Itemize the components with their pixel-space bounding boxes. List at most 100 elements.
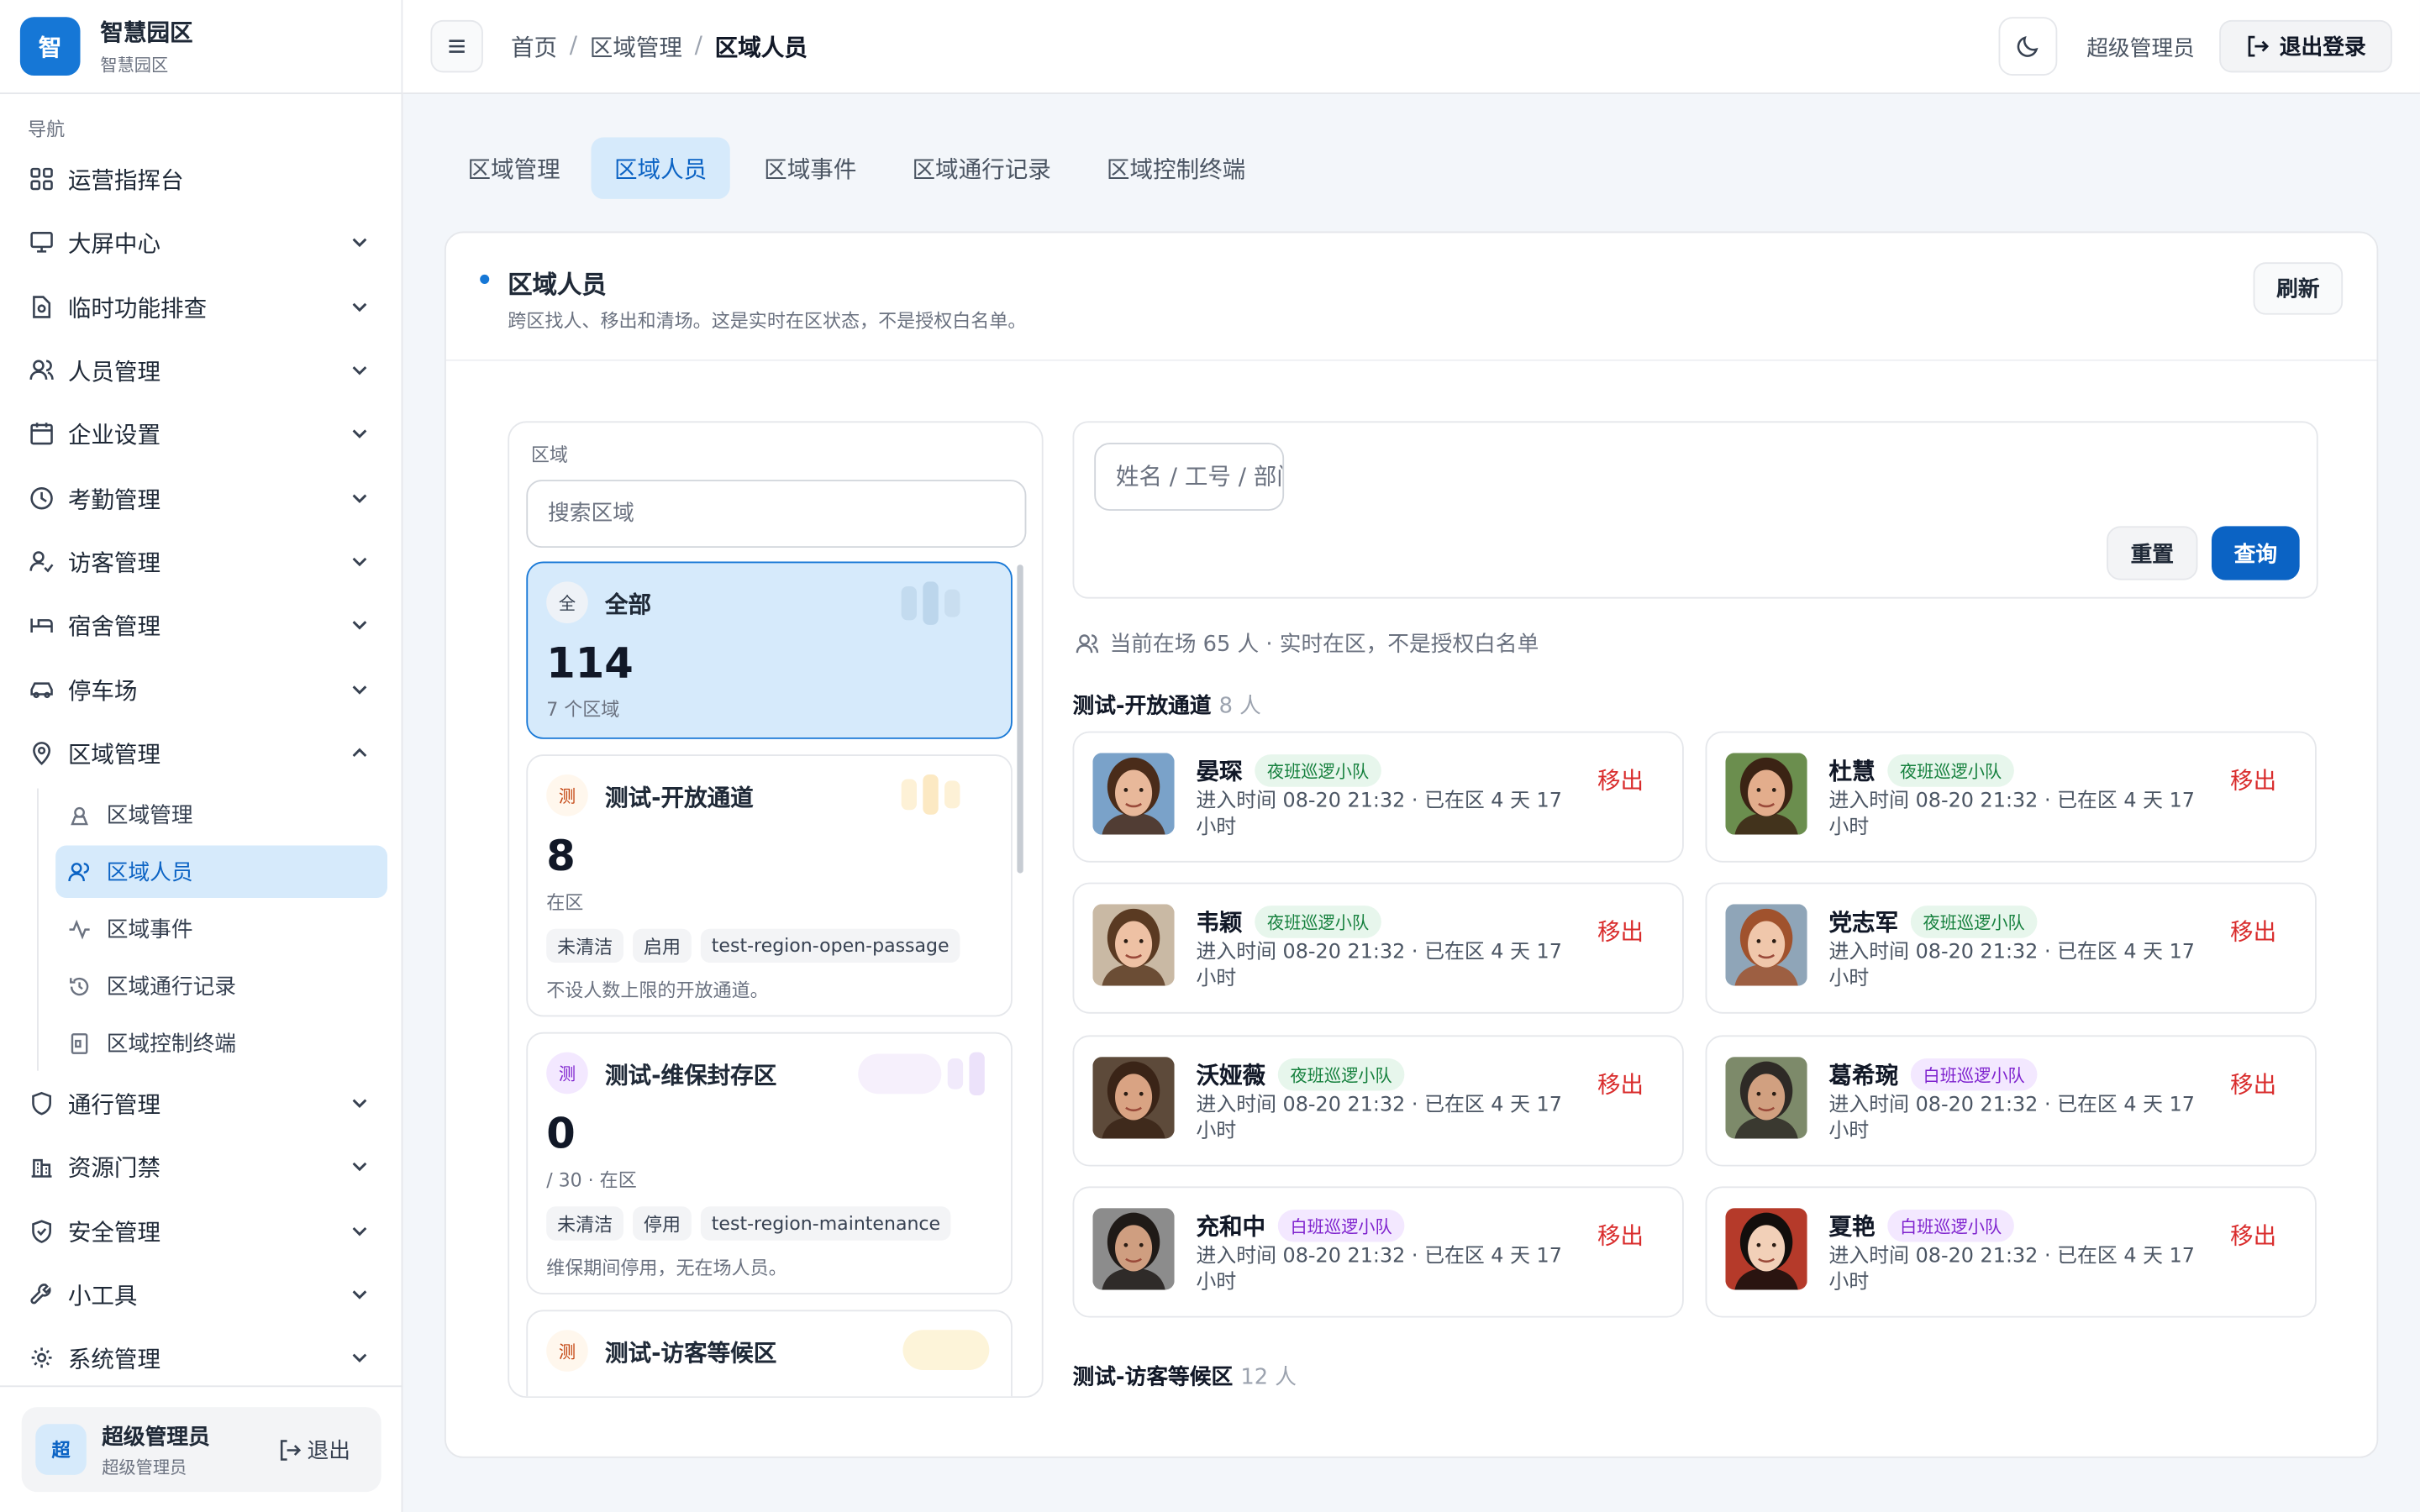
breadcrumb-home[interactable]: 首页 [511, 31, 557, 64]
region-card-all[interactable]: 全 全部 114 7 个区域 [526, 561, 1013, 739]
region-card-visitor-waiting[interactable]: 测 测试-访客等候区 [526, 1310, 1013, 1397]
region-card-maintenance[interactable]: 测 测试-维保封存区 0 / 30 · 在区 未清洁 停用 test-regio… [526, 1032, 1013, 1294]
remove-button[interactable]: 移出 [1597, 915, 1644, 948]
nav-item-tools[interactable]: 小工具 [15, 1267, 388, 1322]
remove-button[interactable]: 移出 [2230, 1219, 2276, 1252]
remove-button[interactable]: 移出 [1597, 1068, 1644, 1100]
present-summary: 当前在场 65 人 · 实时在区，不是授权白名单 [1076, 628, 1539, 659]
remove-button[interactable]: 移出 [2230, 915, 2276, 948]
gear-icon [28, 1345, 54, 1371]
wrench-icon [28, 1281, 54, 1307]
chevron-down-icon [352, 1162, 367, 1172]
nav-item-safety[interactable]: 安全管理 [15, 1204, 388, 1259]
refresh-button[interactable]: 刷新 [2253, 262, 2344, 315]
region-card-open-passage[interactable]: 测 测试-开放通道 8 在区 未清洁 启用 test-region-open-p… [526, 754, 1013, 1017]
chevron-down-icon [352, 621, 367, 630]
sidebar-subitem-region-terminal[interactable]: 区域控制终端 [55, 1016, 387, 1068]
nav-item-temp-check[interactable]: 临时功能排查 [15, 279, 388, 334]
region-scrollbar[interactable] [1017, 564, 1023, 874]
remove-button[interactable]: 移出 [2230, 1068, 2276, 1100]
sidebar-subitem-region-manage[interactable]: 区域管理 [55, 789, 387, 841]
nav-label: 访客管理 [67, 548, 161, 577]
tab-region-terminal[interactable]: 区域控制终端 [1083, 137, 1268, 198]
region-count: 0 [546, 1110, 576, 1159]
nav-item-access[interactable]: 通行管理 [15, 1075, 388, 1131]
deco-bar [947, 1058, 964, 1089]
brand: 智 智慧园区 智慧园区 [0, 0, 402, 95]
entry-time: 进入时间 08-20 21:32 · 已在区 4 天 17 小时 [1196, 1094, 1562, 1143]
breadcrumb-separator: / [694, 30, 702, 59]
nav-item-dashboard[interactable]: 运营指挥台 [15, 151, 388, 207]
sidebar-subitem-region-events[interactable]: 区域事件 [55, 902, 387, 954]
tab-region-people[interactable]: 区域人员 [591, 137, 730, 199]
dashboard-icon [28, 165, 54, 192]
person-name: 夏艳 [1828, 1212, 1876, 1241]
tab-region-events[interactable]: 区域事件 [741, 137, 880, 198]
menu-icon [449, 39, 465, 53]
team-badge: 夜班巡逻小队 [1255, 906, 1381, 938]
remove-button[interactable]: 移出 [1597, 764, 1644, 796]
group-count: 8 人 [1218, 694, 1261, 719]
card-header: 区域人员 跨区找人、移出和清场。这是实时在区状态，不是授权白名单。 刷新 [445, 233, 2377, 361]
chevron-down-icon [352, 302, 367, 312]
shield-icon [28, 1090, 54, 1116]
nav-label: 人员管理 [67, 357, 161, 386]
region-badge: 测 [546, 1052, 588, 1095]
tab-region-manage[interactable]: 区域管理 [445, 137, 583, 198]
person-card: 充和中 白班巡逻小队 进入时间 08-20 21:32 · 已在区 4 天 17 小… [1072, 1186, 1684, 1318]
menu-toggle-button[interactable] [430, 19, 483, 73]
name-search-input[interactable] [1094, 443, 1285, 511]
nav-label: 区域管理 [67, 739, 161, 768]
subitem-label: 区域管理 [106, 803, 193, 829]
nav-item-parking[interactable]: 停车场 [15, 662, 388, 717]
person-card: 党志军 夜班巡逻小队 进入时间 08-20 21:32 · 已在区 4 天 17 小… [1705, 882, 2317, 1014]
nav-item-visitor[interactable]: 访客管理 [15, 533, 388, 589]
group-title-open-passage: 测试-开放通道 8 人 [1073, 690, 1261, 721]
remove-button[interactable]: 移出 [2230, 764, 2276, 796]
moon-icon [2017, 36, 2039, 57]
region-name: 测试-维保封存区 [604, 1061, 777, 1089]
submenu-divider [37, 788, 39, 1071]
nav-item-region[interactable]: 区域管理 [15, 725, 388, 780]
region-note: 7 个区域 [546, 699, 620, 721]
region-panel: 区域 全 全部 114 7 个区域 测 测试-开放通道 8 在区 [508, 421, 1044, 1399]
region-note: 在区 [546, 891, 584, 914]
query-button[interactable]: 查询 [2211, 526, 2300, 580]
nav-item-system[interactable]: 系统管理 [15, 1330, 388, 1385]
reset-button[interactable]: 重置 [2107, 526, 2198, 580]
tab-region-records[interactable]: 区域通行记录 [889, 137, 1074, 198]
person-card: 晏琛 夜班巡逻小队 进入时间 08-20 21:32 · 已在区 4 天 17 小时… [1072, 731, 1684, 863]
nav-item-personnel[interactable]: 人员管理 [15, 343, 388, 398]
region-name: 测试-访客等候区 [604, 1339, 777, 1368]
entry-time: 进入时间 08-20 21:32 · 已在区 4 天 17 小时 [1196, 941, 1562, 991]
group-title-visitor-waiting: 测试-访客等候区 12 人 [1073, 1361, 1297, 1392]
card-description: 跨区找人、移出和清场。这是实时在区状态，不是授权白名单。 [508, 310, 1027, 332]
entry-time: 进入时间 08-20 21:32 · 已在区 4 天 17 小时 [1196, 790, 1562, 840]
breadcrumb-region[interactable]: 区域管理 [590, 31, 682, 64]
breadcrumb-current: 区域人员 [714, 34, 808, 62]
person-avatar [1725, 1208, 1807, 1290]
nav-item-resource-door[interactable]: 资源门禁 [15, 1138, 388, 1194]
sidebar-logout-button[interactable]: 退出 [278, 1435, 350, 1466]
region-description: 不设人数上限的开放通道。 [546, 979, 769, 1002]
shield-check-icon [28, 1218, 54, 1244]
sidebar-subitem-region-records[interactable]: 区域通行记录 [55, 959, 387, 1011]
nav-item-big-screen[interactable]: 大屏中心 [15, 214, 388, 270]
person-photo [1725, 1057, 1807, 1139]
chevron-down-icon [352, 238, 367, 248]
remove-button[interactable]: 移出 [1597, 1219, 1644, 1252]
region-badge: 测 [546, 774, 588, 816]
nav-item-attendance[interactable]: 考勤管理 [15, 470, 388, 526]
theme-toggle-button[interactable] [1998, 17, 2058, 76]
sidebar-subitem-region-people[interactable]: 区域人员 [55, 845, 388, 898]
header-user: 超级管理员 [2086, 37, 2195, 62]
nav-item-enterprise[interactable]: 企业设置 [15, 406, 388, 461]
group-count: 12 人 [1240, 1365, 1297, 1390]
nav-label: 宿舍管理 [67, 612, 161, 640]
nav-item-dormitory[interactable]: 宿舍管理 [15, 597, 388, 653]
nav-label: 企业设置 [67, 420, 161, 449]
person-name: 晏琛 [1196, 757, 1243, 785]
region-count: 114 [546, 640, 634, 689]
logout-button[interactable]: 退出登录 [2219, 19, 2392, 73]
region-search-input[interactable] [526, 480, 1027, 549]
